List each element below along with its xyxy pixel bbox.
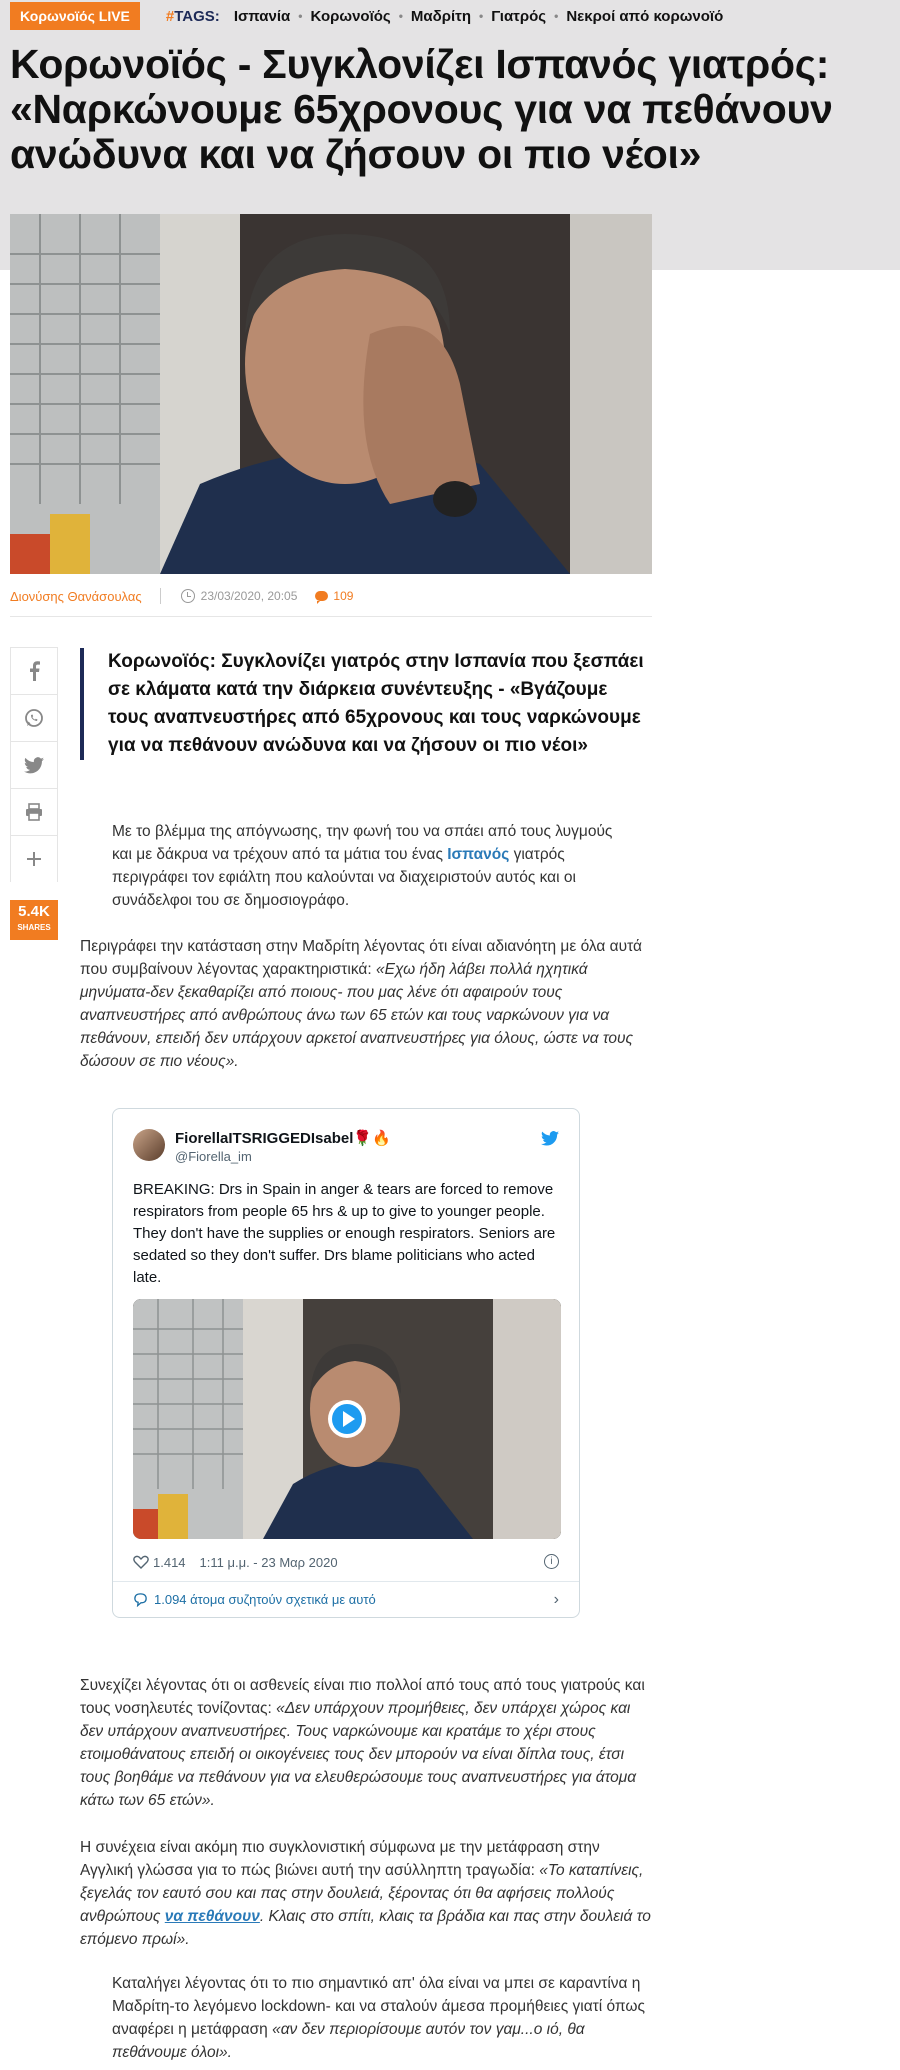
- publish-date: 23/03/2020, 20:05: [200, 589, 298, 603]
- article-headline: Κορωνοϊός - Συγκλονίζει Ισπανός γιατρός:…: [10, 41, 833, 177]
- tag-link[interactable]: Νεκροί από κορωνοϊό: [566, 8, 723, 25]
- shares-count-badge: 5.4K SHARES: [10, 900, 58, 940]
- byline-divider: [159, 588, 161, 604]
- facebook-share-button[interactable]: [10, 647, 58, 694]
- tags-bar: # TAGS: Ισπανία • Κορωνοϊός • Μαδρίτη • Γ…: [166, 8, 727, 25]
- embedded-tweet[interactable]: FiorellaITSRIGGEDIsabel🌹🔥 @Fiorella_im B…: [112, 1108, 580, 1618]
- hero-image[interactable]: [10, 214, 652, 574]
- inline-link[interactable]: να πεθάνουν: [165, 1908, 260, 1925]
- tag-link[interactable]: Κορωνοϊός: [310, 8, 390, 25]
- author-link[interactable]: Διονύσης Θανάσουλας: [10, 589, 142, 604]
- tweet-author-handle[interactable]: @Fiorella_im: [175, 1149, 252, 1164]
- article-lead: Κορωνοϊός: Συγκλονίζει γιατρός στην Ισπα…: [80, 648, 652, 760]
- twitter-bird-icon[interactable]: [541, 1131, 559, 1146]
- whatsapp-share-button[interactable]: [10, 694, 58, 741]
- tag-separator: •: [554, 9, 559, 23]
- tweet-text: BREAKING: Drs in Spain in anger & tears …: [133, 1181, 556, 1286]
- facebook-icon: [30, 661, 40, 681]
- plus-icon: [27, 852, 41, 866]
- shares-label: SHARES: [17, 923, 51, 932]
- tags-word: TAGS:: [174, 7, 220, 25]
- tweet-likes[interactable]: 1.414: [153, 1555, 186, 1570]
- comments-count: 109: [333, 589, 354, 603]
- heart-icon[interactable]: [133, 1555, 149, 1569]
- tag-link[interactable]: Μαδρίτη: [411, 8, 471, 25]
- tag-link[interactable]: Γιατρός: [491, 8, 546, 25]
- article-byline: Διονύσης Θανάσουλας 23/03/2020, 20:05 10…: [10, 584, 652, 608]
- live-badge[interactable]: Κορωνοϊός LIVE: [10, 2, 140, 30]
- comment-icon: [315, 591, 329, 604]
- tweet-video[interactable]: [133, 1299, 561, 1539]
- inline-link[interactable]: Ισπανός: [443, 846, 509, 863]
- tags-hash: #: [165, 7, 175, 25]
- tag-separator: •: [298, 9, 303, 23]
- play-icon[interactable]: [327, 1399, 367, 1439]
- more-share-button[interactable]: [10, 835, 58, 882]
- chevron-right-icon: ›: [553, 1590, 559, 1608]
- tag-link[interactable]: Ισπανία: [234, 8, 290, 25]
- byline-rule: [10, 616, 652, 617]
- tag-separator: •: [479, 9, 484, 23]
- tweet-author-name[interactable]: FiorellaITSRIGGEDIsabel🌹🔥: [175, 1129, 391, 1147]
- article-paragraph: Συνεχίζει λέγοντας ότι οι ασθενείς είναι…: [80, 1674, 652, 1812]
- discussion-text: 1.094 άτομα συζητούν σχετικά με αυτό: [154, 1592, 376, 1607]
- article-paragraph: Η συνέχεια είναι ακόμη πιο συγκλονιστική…: [80, 1836, 652, 1951]
- tweet-meta: 1.414 1:11 μ.μ. - 23 Μαρ 2020 i: [133, 1551, 559, 1573]
- comments-link[interactable]: 109: [315, 589, 354, 604]
- article-paragraph: Καταλήγει λέγοντας ότι το πιο σημαντικό …: [112, 1972, 652, 2064]
- shares-count: 5.4K: [18, 903, 50, 920]
- tweet-discussion-link[interactable]: 1.094 άτομα συζητούν σχετικά με αυτό ›: [113, 1581, 579, 1617]
- print-button[interactable]: [10, 788, 58, 835]
- twitter-icon: [24, 756, 44, 773]
- hero-photo: [10, 214, 652, 574]
- reply-icon: [134, 1593, 147, 1607]
- tag-separator: •: [398, 9, 403, 23]
- tweet-header: FiorellaITSRIGGEDIsabel🌹🔥 @Fiorella_im: [133, 1127, 559, 1167]
- whatsapp-icon: [25, 709, 43, 727]
- article-paragraph: Περιγράφει την κατάσταση στην Μαδρίτη λέ…: [80, 935, 652, 1073]
- clock-icon: [180, 589, 195, 603]
- print-icon: [26, 803, 42, 821]
- share-rail: 5.4K SHARES: [10, 647, 58, 940]
- info-icon[interactable]: i: [544, 1554, 559, 1569]
- article-paragraph: Με το βλέμμα της απόγνωσης, την φωνή του…: [112, 820, 632, 912]
- tweet-time[interactable]: 1:11 μ.μ. - 23 Μαρ 2020: [200, 1555, 338, 1570]
- paragraph-text: Η συνέχεια είναι ακόμη πιο συγκλονιστική…: [80, 1839, 600, 1879]
- topbar: Κορωνοϊός LIVE # TAGS: Ισπανία • Κορωνοϊό…: [10, 2, 727, 30]
- avatar[interactable]: [133, 1129, 165, 1161]
- twitter-share-button[interactable]: [10, 741, 58, 788]
